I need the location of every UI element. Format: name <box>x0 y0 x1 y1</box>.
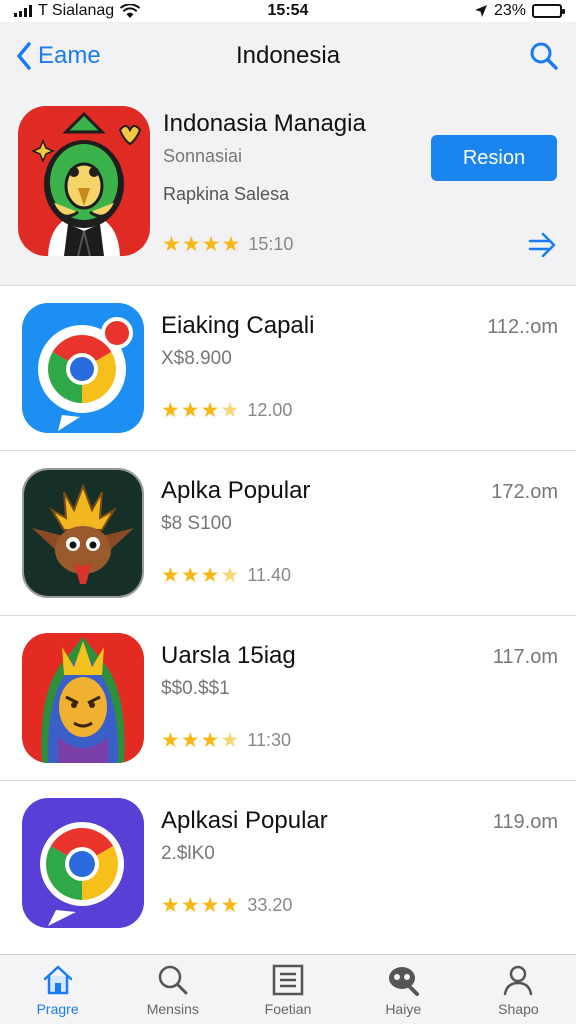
search-button[interactable] <box>528 40 560 72</box>
featured-app-title: Indonasia Managia <box>163 110 366 137</box>
tab-label: Haiye <box>385 1001 422 1017</box>
star-rating: ★ ★ ★ ★ <box>161 565 239 586</box>
battery-percent: 23% <box>493 2 526 19</box>
featured-action-button[interactable]: Resion <box>431 135 557 181</box>
app-icon <box>22 633 144 763</box>
star-icon: ★ <box>220 564 240 587</box>
app-icon <box>22 468 144 598</box>
app-size: 172.om <box>491 481 558 503</box>
featured-app-developer: Rapkina Salesa <box>163 184 290 204</box>
app-list: Eiaking Capali X$8.900 112.:om ★ ★ ★ ★ 12.0… <box>0 286 576 946</box>
star-icon: ★ <box>180 729 200 752</box>
arrow-right-icon <box>528 232 556 258</box>
list-item[interactable]: Uarsla 15iag $$0.$$1 117.om ★ ★ ★ ★ 11:30 <box>0 616 576 781</box>
tab-bar: Pragre Mensins Foetian Haiye Shapo <box>0 954 576 1024</box>
rating-text: 11:30 <box>247 730 292 750</box>
featured-app-icon <box>18 106 150 256</box>
app-icon <box>22 303 144 433</box>
app-rating: ★ ★ ★ ★ 11:30 <box>161 730 291 751</box>
star-icon: ★ <box>180 564 200 587</box>
navigation-bar: Eame Indonesia <box>0 22 576 90</box>
star-rating: ★ ★ ★ ★ <box>162 234 240 255</box>
star-icon: ★ <box>201 233 221 256</box>
star-icon: ★ <box>220 729 240 752</box>
app-rating: ★ ★ ★ ★ 33.20 <box>161 895 292 916</box>
app-size: 119.om <box>492 811 558 833</box>
search-icon <box>530 42 558 70</box>
back-label: Eame <box>38 42 101 69</box>
tab-games[interactable]: Haiye <box>346 955 461 1024</box>
star-icon: ★ <box>220 399 240 422</box>
star-rating: ★ ★ ★ ★ <box>161 730 239 751</box>
app-price: 2.$lK0 <box>161 843 215 864</box>
status-bar: T Sialanag 15:54 23% <box>0 0 576 22</box>
app-icon <box>22 798 144 928</box>
home-icon <box>43 965 72 995</box>
rating-text: 11.40 <box>247 565 292 585</box>
star-icon: ★ <box>220 894 240 917</box>
tab-label: Mensins <box>146 1001 199 1017</box>
featured-rating: ★ ★ ★ ★ 15:10 <box>162 234 293 255</box>
star-icon: ★ <box>180 399 200 422</box>
star-icon: ★ <box>180 894 200 917</box>
search-icon <box>158 965 188 995</box>
featured-app[interactable]: Indonasia Managia Sonnasiai Rapkina Sale… <box>0 90 576 286</box>
star-icon: ★ <box>162 233 181 256</box>
star-icon: ★ <box>200 729 220 752</box>
star-icon: ★ <box>200 894 220 917</box>
list-item[interactable]: Aplka Popular $8 S100 172.om ★ ★ ★ ★ 11.40 <box>0 451 576 616</box>
star-icon: ★ <box>181 233 201 256</box>
star-icon: ★ <box>200 399 220 422</box>
wifi-icon <box>120 3 141 18</box>
featured-app-subtitle: Sonnasiai <box>163 146 243 166</box>
tab-list[interactable]: Foetian <box>230 955 345 1024</box>
star-rating: ★ ★ ★ ★ <box>161 895 239 916</box>
carrier-label: T Sialanag <box>38 2 115 19</box>
chevron-left-icon <box>17 42 31 70</box>
star-icon: ★ <box>161 564 180 587</box>
list-item[interactable]: Aplkasi Popular 2.$lK0 119.om ★ ★ ★ ★ 33.20 <box>0 781 576 946</box>
game-icon <box>389 967 420 996</box>
app-title: Uarsla 15iag <box>161 642 296 669</box>
app-title: Eiaking Capali <box>161 312 315 339</box>
star-icon: ★ <box>161 894 180 917</box>
tab-search[interactable]: Mensins <box>115 955 230 1024</box>
tab-home[interactable]: Pragre <box>0 955 115 1024</box>
tab-label: Foetian <box>264 1001 312 1017</box>
star-icon: ★ <box>200 564 220 587</box>
app-title: Aplkasi Popular <box>161 807 328 834</box>
featured-arrow-button[interactable] <box>526 230 558 260</box>
app-size: 112.:om <box>487 316 558 338</box>
rating-text: 15:10 <box>248 234 294 254</box>
app-size: 117.om <box>492 646 558 668</box>
tab-label: Pragre <box>36 1001 79 1017</box>
app-rating: ★ ★ ★ ★ 12.00 <box>161 400 292 421</box>
rating-text: 33.20 <box>247 895 293 915</box>
list-item[interactable]: Eiaking Capali X$8.900 112.:om ★ ★ ★ ★ 12.0… <box>0 286 576 451</box>
star-rating: ★ ★ ★ ★ <box>161 400 239 421</box>
app-rating: ★ ★ ★ ★ 11.40 <box>161 565 291 586</box>
star-icon: ★ <box>161 399 180 422</box>
signal-icon <box>14 5 32 17</box>
star-icon: ★ <box>161 729 180 752</box>
app-price: X$8.900 <box>161 348 232 369</box>
battery-icon <box>532 4 565 18</box>
rating-text: 12.00 <box>247 400 293 420</box>
app-price: $$0.$$1 <box>161 678 230 699</box>
profile-icon <box>504 965 533 996</box>
app-title: Aplka Popular <box>161 477 311 504</box>
app-price: $8 S100 <box>161 513 232 534</box>
tab-profile[interactable]: Shapo <box>461 955 576 1024</box>
tab-label: Shapo <box>498 1001 539 1017</box>
back-button[interactable]: Eame <box>16 42 101 70</box>
star-icon: ★ <box>221 233 241 256</box>
list-icon <box>272 964 304 996</box>
location-icon <box>474 5 487 17</box>
